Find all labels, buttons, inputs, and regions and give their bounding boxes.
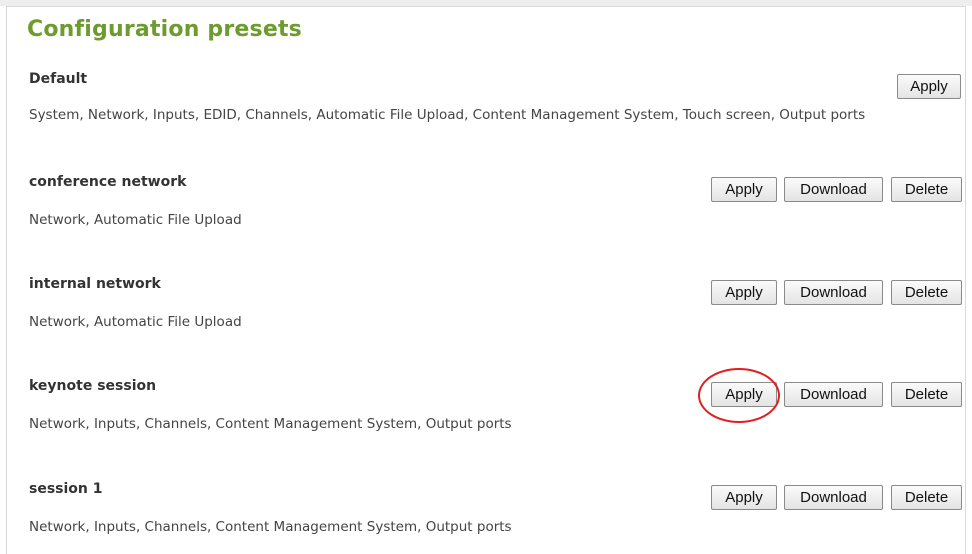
- delete-button[interactable]: Delete: [891, 177, 962, 202]
- apply-button[interactable]: Apply: [897, 74, 961, 99]
- apply-button[interactable]: Apply: [711, 382, 777, 407]
- preset-row-session-1: session 1 Apply Download Delete Network,…: [0, 0, 972, 535]
- delete-button[interactable]: Delete: [891, 280, 962, 305]
- preset-description: Network, Inputs, Channels, Content Manag…: [29, 519, 512, 535]
- download-button[interactable]: Download: [784, 280, 883, 305]
- preset-name: session 1: [29, 481, 103, 497]
- preset-name: keynote session: [29, 378, 157, 394]
- delete-button[interactable]: Delete: [891, 382, 962, 407]
- apply-button[interactable]: Apply: [711, 280, 777, 305]
- apply-button[interactable]: Apply: [711, 485, 777, 510]
- preset-description: Network, Inputs, Channels, Content Manag…: [29, 416, 512, 432]
- preset-description: System, Network, Inputs, EDID, Channels,…: [29, 107, 866, 123]
- download-button[interactable]: Download: [784, 485, 883, 510]
- preset-description: Network, Automatic File Upload: [29, 212, 242, 228]
- preset-name: internal network: [29, 276, 161, 292]
- download-button[interactable]: Download: [784, 177, 883, 202]
- preset-name: conference network: [29, 174, 187, 190]
- preset-description: Network, Automatic File Upload: [29, 314, 242, 330]
- download-button[interactable]: Download: [784, 382, 883, 407]
- delete-button[interactable]: Delete: [891, 485, 962, 510]
- apply-button[interactable]: Apply: [711, 177, 777, 202]
- preset-name: Default: [29, 71, 88, 87]
